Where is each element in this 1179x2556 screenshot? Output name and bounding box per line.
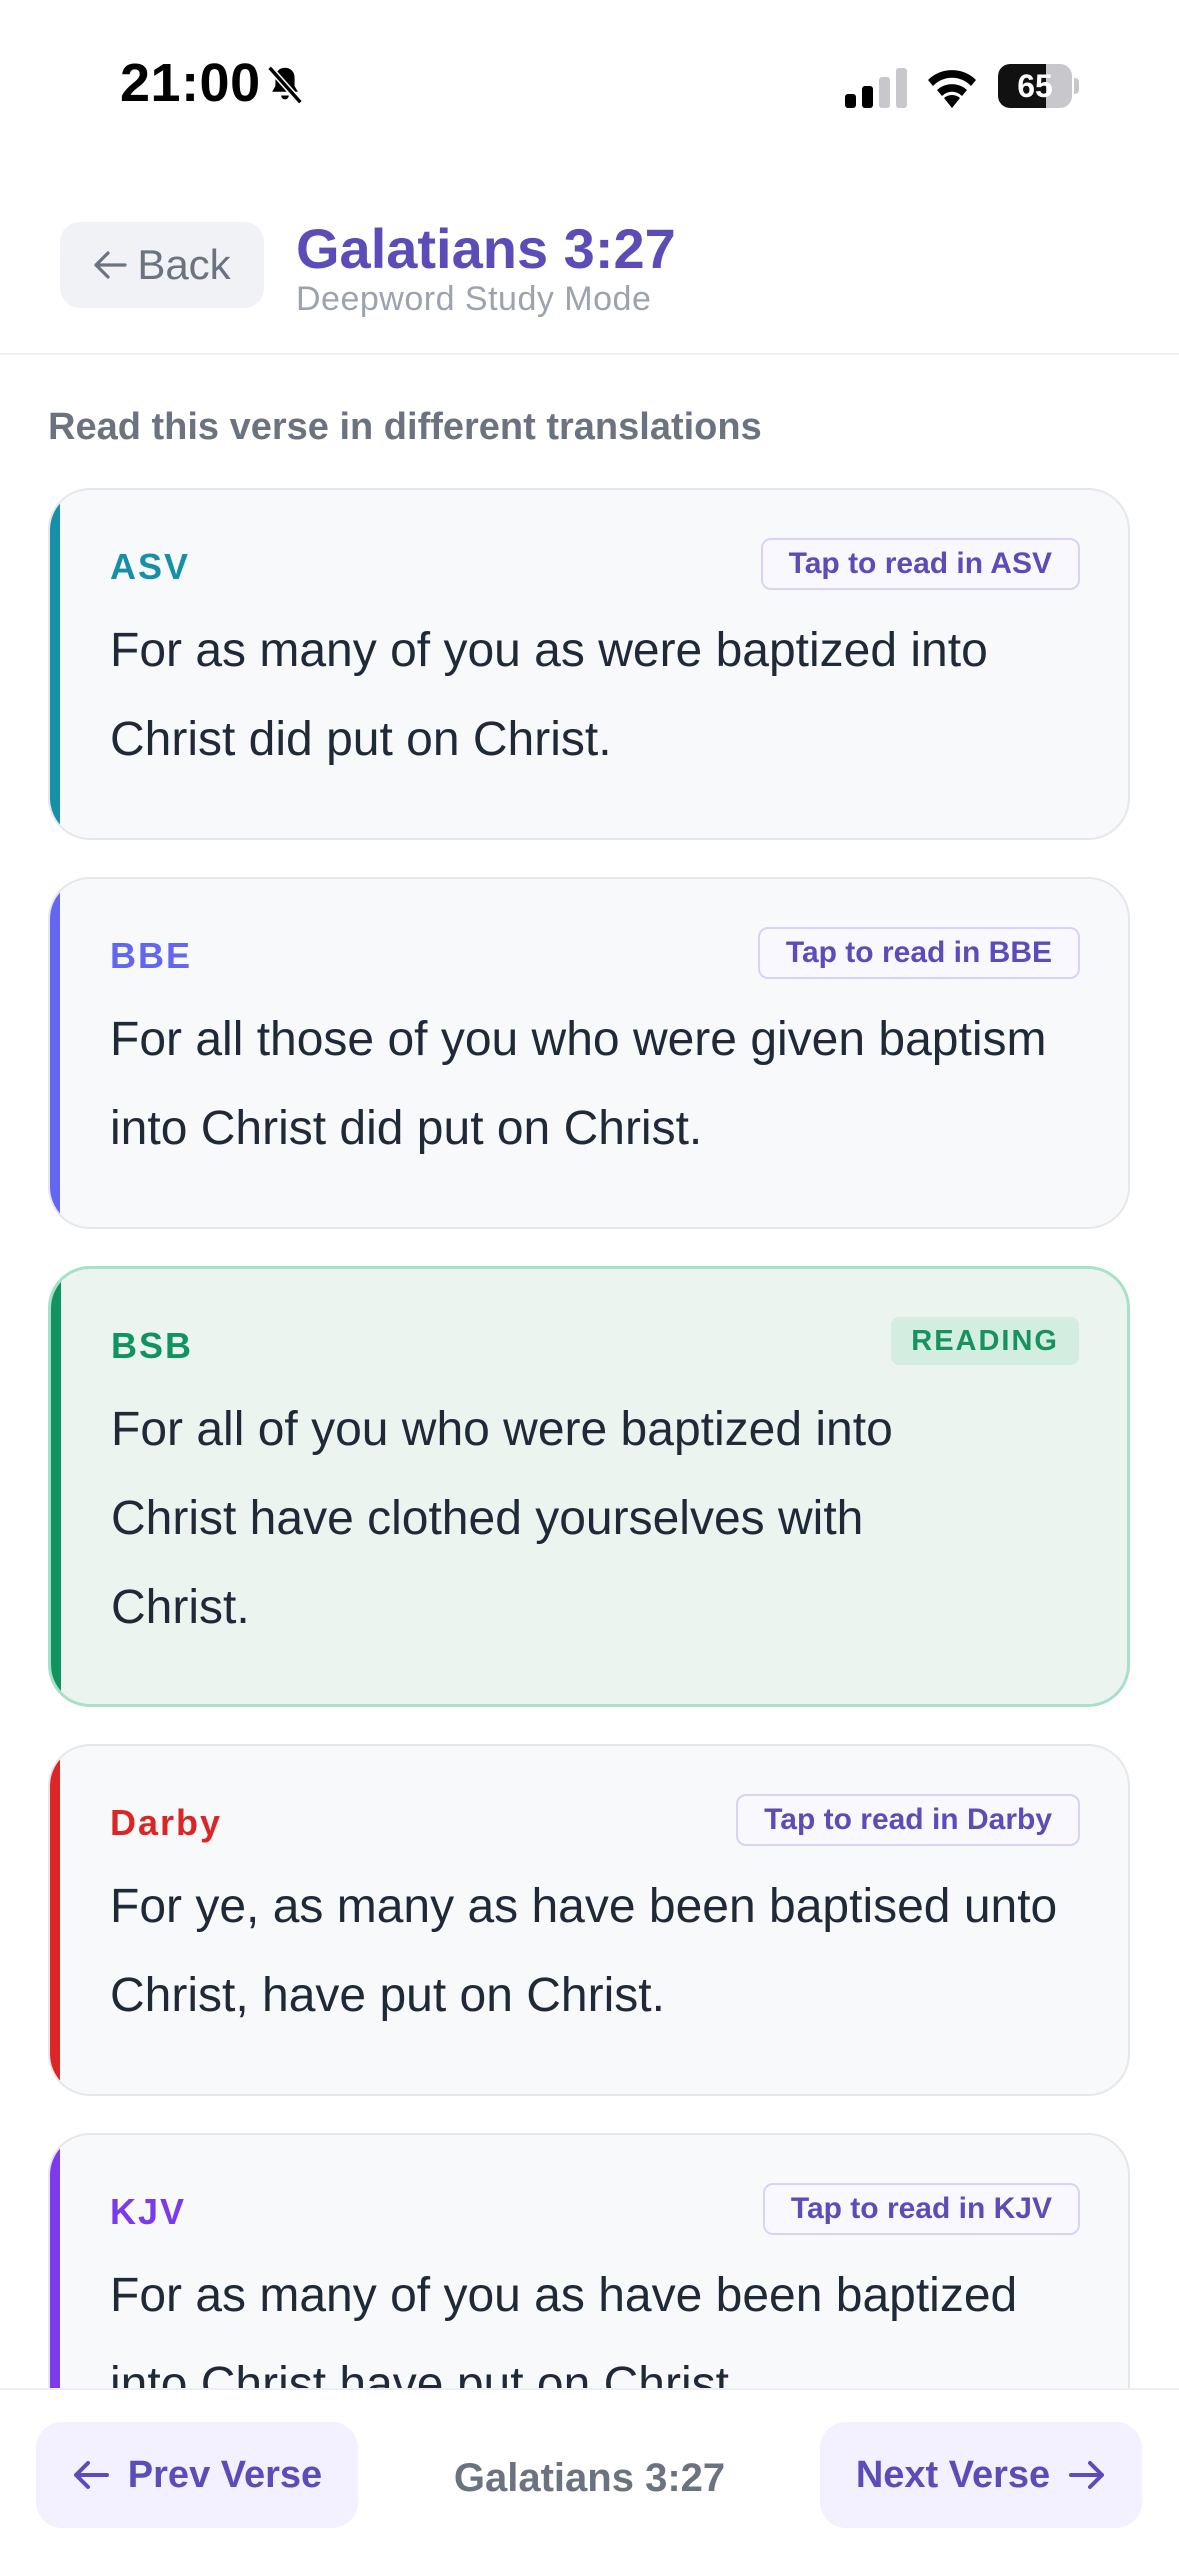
reading-badge: READING xyxy=(891,1317,1079,1365)
verse-text: For ye, as many as have been baptised un… xyxy=(110,1880,1058,2022)
arrow-right-icon xyxy=(1069,2461,1105,2489)
tap-to-read-badge[interactable]: Tap to read in Darby xyxy=(736,1794,1080,1846)
tap-to-read-badge[interactable]: Tap to read in KJV xyxy=(762,2183,1080,2235)
battery-level: 65 xyxy=(1017,68,1053,104)
next-verse-label: Next Verse xyxy=(855,2453,1051,2496)
battery-icon: 65 xyxy=(998,64,1079,108)
card-accent-bar xyxy=(50,879,60,1227)
translation-code: Darby xyxy=(110,1802,223,1843)
back-label: Back xyxy=(137,241,231,288)
arrow-left-icon xyxy=(94,251,127,279)
translation-code: ASV xyxy=(110,546,191,587)
wifi-icon xyxy=(928,70,976,108)
status-bar: 21:00 65 xyxy=(0,0,1179,150)
back-button[interactable]: Back xyxy=(60,222,264,308)
verse-text: For all of you who were baptized into Ch… xyxy=(111,1403,893,1634)
bottom-nav-bar: Prev Verse Galatians 3:27 Next Verse xyxy=(0,2388,1179,2556)
translation-code: BSB xyxy=(111,1325,194,1366)
translation-card-asv[interactable]: ASV Tap to read in ASV For as many of yo… xyxy=(48,488,1130,840)
card-accent-bar xyxy=(50,1746,60,2094)
translation-code: KJV xyxy=(110,2191,187,2232)
tap-to-read-badge[interactable]: Tap to read in ASV xyxy=(760,538,1080,590)
verse-text: For all those of you who were given bapt… xyxy=(110,1013,1047,1155)
status-time: 21:00 xyxy=(120,53,261,113)
verse-text: For as many of you as were baptized into… xyxy=(110,624,988,766)
signal-icon xyxy=(845,68,907,108)
next-verse-button[interactable]: Next Verse xyxy=(820,2422,1142,2528)
page-title: Galatians 3:27 xyxy=(296,217,676,280)
translation-code: BBE xyxy=(110,935,193,976)
header: Back Galatians 3:27 Deepword Study Mode xyxy=(0,190,1179,355)
card-accent-bar xyxy=(51,1269,61,1704)
translation-card-bbe[interactable]: BBE Tap to read in BBE For all those of … xyxy=(48,877,1130,1229)
page-subtitle: Deepword Study Mode xyxy=(296,280,652,318)
card-accent-bar xyxy=(50,490,60,838)
bell-muted-icon xyxy=(267,65,303,105)
section-heading: Read this verse in different translation… xyxy=(48,406,762,448)
translation-card-darby[interactable]: Darby Tap to read in Darby For ye, as ma… xyxy=(48,1744,1130,2096)
translation-card-bsb[interactable]: BSB READING For all of you who were bapt… xyxy=(48,1266,1130,1707)
tap-to-read-badge[interactable]: Tap to read in BBE xyxy=(757,927,1080,979)
